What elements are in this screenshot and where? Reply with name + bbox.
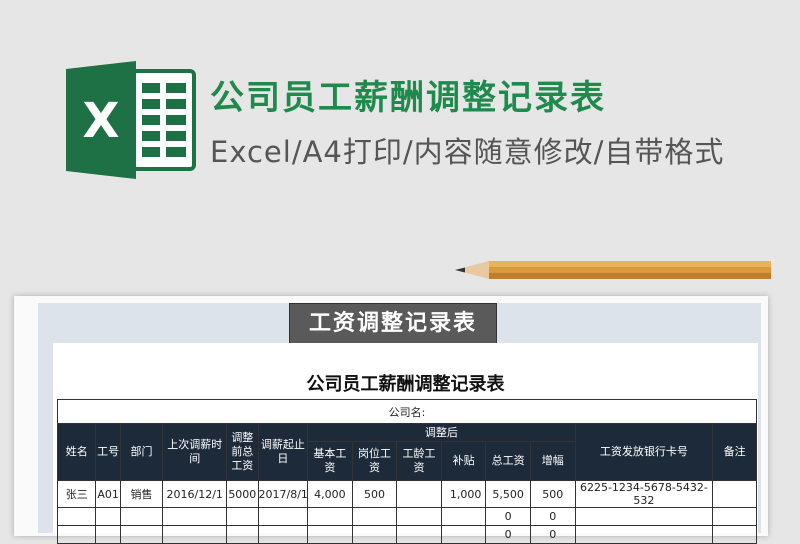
- cell-last-time[interactable]: [162, 507, 228, 526]
- logo-letter: X: [82, 93, 119, 149]
- cell-dept[interactable]: 销售: [119, 480, 164, 508]
- cell-base[interactable]: [307, 507, 353, 526]
- cell-name[interactable]: 张三: [56, 480, 97, 508]
- table-row: 张三 A01 销售 2016/12/1 5000 2017/8/1 4,000 500 1,00…: [56, 480, 757, 508]
- cell-dept[interactable]: [119, 525, 164, 544]
- salary-table: 公司名: 姓名 工号 部门 上次调薪时间 调整前总工资 调薪起止日 调整后 工资…: [56, 399, 757, 544]
- cell-dept[interactable]: [119, 507, 164, 526]
- cell-period[interactable]: [257, 507, 309, 526]
- cell-note[interactable]: [712, 480, 757, 508]
- cell-id[interactable]: [95, 525, 121, 544]
- cell-id[interactable]: A01: [95, 480, 121, 508]
- header-name: 姓名: [56, 423, 97, 481]
- cell-pre-total[interactable]: [226, 525, 259, 544]
- cell-base[interactable]: [307, 525, 353, 544]
- cell-pre-total[interactable]: 5000: [226, 480, 259, 508]
- header-bank: 工资发放银行卡号: [574, 423, 714, 481]
- cell-seniority[interactable]: [396, 525, 442, 544]
- cell-period[interactable]: 2017/8/1: [257, 480, 309, 508]
- table-row: 00: [56, 525, 757, 544]
- cell-total[interactable]: 0: [485, 507, 531, 526]
- header-last-time: 上次调薪时间: [162, 423, 228, 481]
- cell-allowance[interactable]: 1,000: [440, 480, 487, 508]
- cell-last-time[interactable]: 2016/12/1: [162, 480, 228, 508]
- cell-increase[interactable]: 0: [529, 507, 576, 526]
- cell-allowance[interactable]: [440, 525, 487, 544]
- header-base: 基本工资: [307, 441, 353, 481]
- cell-base[interactable]: 4,000: [307, 480, 353, 508]
- header-period: 调薪起止日: [257, 423, 309, 481]
- cell-seniority[interactable]: [396, 480, 442, 508]
- promo-subtitle: Excel/A4打印/内容随意修改/自带格式: [210, 135, 725, 169]
- cell-pre-total[interactable]: [226, 507, 259, 526]
- excel-logo-icon: X: [66, 61, 196, 179]
- sheet-title: 公司员工薪酬调整记录表: [306, 374, 505, 395]
- cell-seniority[interactable]: [396, 507, 442, 526]
- header-after-group: 调整后: [307, 423, 576, 442]
- cell-bank[interactable]: 6225-1234-5678-5432-532: [574, 480, 714, 508]
- cell-post[interactable]: [351, 507, 398, 526]
- promo-title: 公司员工薪酬调整记录表: [210, 78, 606, 118]
- cell-bank[interactable]: [574, 507, 714, 526]
- header-total: 总工资: [485, 441, 531, 481]
- pencil-icon: [455, 261, 771, 279]
- cell-period[interactable]: [257, 525, 309, 544]
- cell-bank[interactable]: [574, 525, 714, 544]
- cell-note[interactable]: [712, 507, 757, 526]
- header-dept: 部门: [119, 423, 164, 481]
- cell-last-time[interactable]: [162, 525, 228, 544]
- header-increase: 增幅: [529, 441, 576, 481]
- header-id: 工号: [95, 423, 121, 481]
- cell-increase[interactable]: 500: [529, 480, 576, 508]
- cell-note[interactable]: [712, 525, 757, 544]
- header-note: 备注: [712, 423, 757, 481]
- table-row: 00: [56, 507, 757, 526]
- cell-name[interactable]: [56, 525, 97, 544]
- cell-post[interactable]: [351, 525, 398, 544]
- sheet-banner: 工资调整记录表: [289, 303, 497, 345]
- header-pre-total: 调整前总工资: [226, 423, 259, 481]
- cell-allowance[interactable]: [440, 507, 487, 526]
- cell-total[interactable]: 5,500: [485, 480, 531, 508]
- header-allowance: 补贴: [440, 441, 487, 481]
- cell-total[interactable]: 0: [485, 525, 531, 544]
- header-post: 岗位工资: [351, 441, 398, 481]
- cell-post[interactable]: 500: [351, 480, 398, 508]
- company-name-cell[interactable]: 公司名:: [57, 399, 757, 424]
- cell-increase[interactable]: 0: [529, 525, 576, 544]
- cell-name[interactable]: [56, 507, 97, 526]
- header-seniority: 工龄工资: [396, 441, 442, 481]
- cell-id[interactable]: [95, 507, 121, 526]
